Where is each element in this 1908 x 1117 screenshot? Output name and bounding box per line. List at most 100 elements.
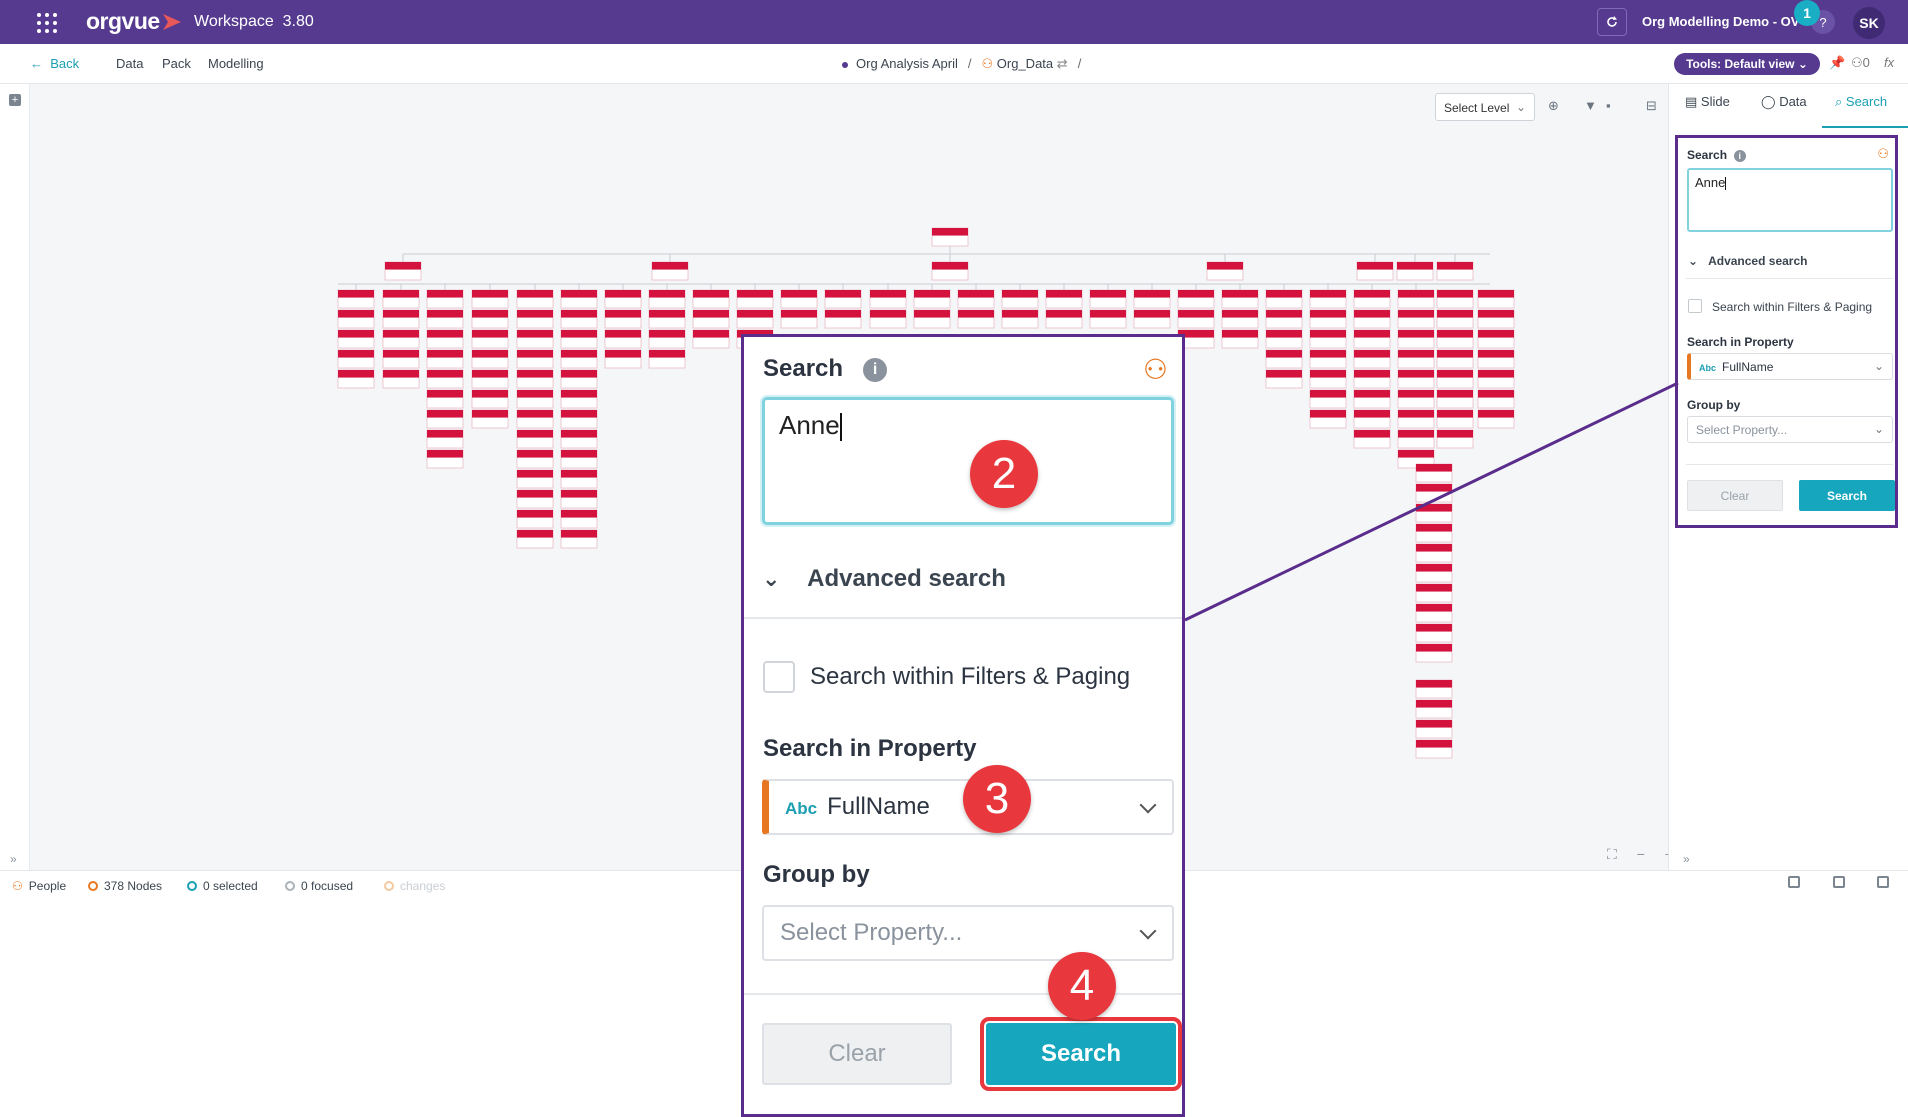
org-node[interactable] (560, 389, 598, 409)
org-node[interactable] (471, 409, 509, 429)
org-node[interactable] (426, 349, 464, 369)
group-by-select[interactable]: Select Property... (762, 905, 1174, 961)
org-node[interactable] (426, 449, 464, 469)
tab-data[interactable]: ◯ Data (1761, 94, 1807, 110)
org-node[interactable] (869, 309, 907, 329)
org-node[interactable] (931, 261, 969, 281)
org-node[interactable] (560, 509, 598, 529)
org-node[interactable] (1397, 389, 1435, 409)
org-node[interactable] (1265, 309, 1303, 329)
status-selected[interactable]: 0 selected (187, 879, 258, 893)
org-node[interactable] (1265, 289, 1303, 309)
org-node[interactable] (471, 329, 509, 349)
org-node[interactable] (1415, 643, 1453, 663)
org-node[interactable] (1436, 329, 1474, 349)
org-node[interactable] (337, 289, 375, 309)
org-node[interactable] (1309, 349, 1347, 369)
org-node[interactable] (1221, 309, 1259, 329)
collapse-panel-icon[interactable]: » (1683, 852, 1690, 866)
person-icon[interactable]: ⚇ (1877, 146, 1889, 162)
org-node[interactable] (426, 329, 464, 349)
org-node[interactable] (1177, 309, 1215, 329)
org-node[interactable] (692, 329, 730, 349)
advanced-search-toggle[interactable]: ⌄ Advanced search (762, 565, 1006, 593)
org-node[interactable] (516, 489, 554, 509)
search-within-filters-checkbox[interactable] (1688, 299, 1702, 313)
org-node[interactable] (1353, 369, 1391, 389)
app-launcher-icon[interactable] (37, 13, 59, 33)
status-people[interactable]: ⚇ People (12, 879, 66, 893)
org-node[interactable] (1397, 429, 1435, 449)
tools-view-button[interactable]: Tools: Default view ⌄ (1674, 53, 1820, 75)
panel-toggle-icon[interactable]: ⊟ (1646, 98, 1657, 114)
org-node[interactable] (1045, 289, 1083, 309)
org-node[interactable] (426, 369, 464, 389)
org-node[interactable] (382, 289, 420, 309)
org-node[interactable] (1265, 349, 1303, 369)
back-button[interactable]: ← Back (30, 56, 79, 71)
org-node[interactable] (604, 289, 642, 309)
org-node[interactable] (560, 309, 598, 329)
org-node[interactable] (1356, 261, 1394, 281)
org-node[interactable] (1397, 329, 1435, 349)
org-node[interactable] (337, 329, 375, 349)
add-panel-icon[interactable]: + (9, 94, 21, 106)
org-node[interactable] (337, 349, 375, 369)
org-node[interactable] (1477, 329, 1515, 349)
org-node[interactable] (1415, 719, 1453, 739)
person-icon[interactable]: ⚇ (1143, 353, 1168, 386)
org-node[interactable] (1477, 369, 1515, 389)
org-node[interactable] (1415, 463, 1453, 483)
org-node[interactable] (1415, 699, 1453, 719)
org-node[interactable] (471, 389, 509, 409)
org-node[interactable] (426, 389, 464, 409)
org-node[interactable] (560, 429, 598, 449)
tab-search[interactable]: ⌕ Search (1835, 94, 1887, 110)
org-node[interactable] (560, 409, 598, 429)
clear-button[interactable]: Clear (1687, 480, 1783, 511)
org-node[interactable] (1436, 369, 1474, 389)
add-node-icon[interactable] (1788, 876, 1800, 888)
globe-icon[interactable]: ⊕ (1548, 98, 1559, 114)
org-node[interactable] (426, 309, 464, 329)
org-node[interactable] (1353, 429, 1391, 449)
org-node[interactable] (1353, 309, 1391, 329)
comment-icon[interactable]: ▪ (1606, 98, 1611, 113)
org-node[interactable] (957, 309, 995, 329)
project-name[interactable]: Org Modelling Demo - OV (1642, 14, 1799, 29)
org-node[interactable] (1477, 309, 1515, 329)
org-node[interactable] (1397, 289, 1435, 309)
org-node[interactable] (824, 309, 862, 329)
org-node[interactable] (516, 509, 554, 529)
org-node[interactable] (1353, 409, 1391, 429)
org-node[interactable] (1415, 623, 1453, 643)
org-node[interactable] (648, 349, 686, 369)
org-node[interactable] (957, 289, 995, 309)
org-node[interactable] (1477, 349, 1515, 369)
org-node[interactable] (648, 289, 686, 309)
org-node[interactable] (780, 309, 818, 329)
org-node[interactable] (1309, 309, 1347, 329)
org-node[interactable] (516, 369, 554, 389)
org-node[interactable] (1089, 309, 1127, 329)
org-node[interactable] (1415, 679, 1453, 699)
breadcrumb-dataset-name[interactable]: Org_Data (997, 56, 1053, 71)
search-property-select[interactable]: Abc FullName ⌄ (1687, 353, 1893, 380)
org-node[interactable] (337, 369, 375, 389)
org-node[interactable] (1353, 349, 1391, 369)
org-node[interactable] (560, 469, 598, 489)
org-node[interactable] (1415, 483, 1453, 503)
org-node[interactable] (560, 329, 598, 349)
org-node[interactable] (604, 349, 642, 369)
org-node[interactable] (1436, 389, 1474, 409)
org-node[interactable] (516, 529, 554, 549)
org-node[interactable] (913, 289, 951, 309)
org-node[interactable] (1353, 389, 1391, 409)
org-node[interactable] (1309, 389, 1347, 409)
org-node[interactable] (1415, 603, 1453, 623)
org-node[interactable] (1221, 289, 1259, 309)
delete-icon[interactable] (1877, 876, 1889, 888)
select-level-dropdown[interactable]: Select Level ⌄ (1435, 93, 1535, 121)
org-node[interactable] (1001, 309, 1039, 329)
search-button[interactable]: Search (980, 1017, 1182, 1091)
